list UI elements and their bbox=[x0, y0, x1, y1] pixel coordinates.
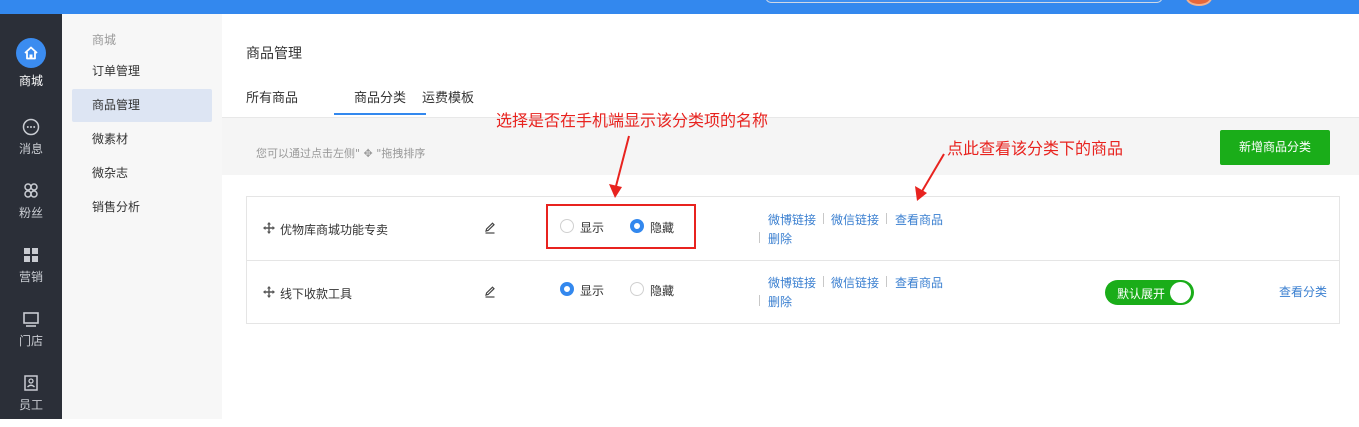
rail-item-label: 门店 bbox=[18, 334, 43, 348]
expand-by-default-toggle[interactable]: 默认展开 bbox=[1105, 280, 1194, 305]
top-bar bbox=[0, 0, 1359, 14]
rail-item-stores[interactable]: 门店 bbox=[0, 299, 62, 363]
annotation-text: 选择是否在手机端显示该分类项的名称 bbox=[496, 111, 769, 130]
category-name: 优物库商城功能专卖 bbox=[280, 223, 389, 237]
rail-item-label: 消息 bbox=[18, 142, 43, 156]
drag-sort-hint: 您可以通过点击左侧" ✥ "拖拽排序 bbox=[256, 147, 426, 160]
annotation-text: 点此查看该分类下的商品 bbox=[947, 139, 1124, 158]
wechat-link[interactable]: 微信链接 bbox=[831, 274, 879, 291]
logo bbox=[18, 0, 148, 2]
radio-hide[interactable] bbox=[630, 282, 644, 296]
weibo-link[interactable]: 微博链接 bbox=[768, 211, 816, 228]
weibo-link[interactable]: 微博链接 bbox=[768, 274, 816, 291]
tab-all-products[interactable]: 所有商品 bbox=[246, 87, 298, 106]
rail-item-marketing[interactable]: 营销 bbox=[0, 235, 62, 299]
subnav-item-products[interactable]: 商品管理 bbox=[72, 89, 212, 122]
tab-product-categories[interactable]: 商品分类 bbox=[334, 87, 426, 106]
rail-item-fans[interactable]: 粉丝 bbox=[0, 171, 62, 235]
main-content: 商品管理 所有商品 商品分类 运费模板 您可以通过点击左侧" ✥ "拖拽排序 新… bbox=[222, 14, 1359, 419]
divider bbox=[823, 213, 824, 224]
toggle-knob bbox=[1170, 282, 1191, 303]
delete-link[interactable]: 删除 bbox=[768, 230, 792, 247]
drag-handle-icon[interactable] bbox=[263, 286, 275, 298]
active-tab-indicator bbox=[334, 113, 426, 115]
subnav-item-materials[interactable]: 微素材 bbox=[72, 123, 212, 156]
view-products-link[interactable]: 查看商品 bbox=[895, 274, 943, 291]
main-nav-rail: 商城 消息 粉丝 营销 门店 员工 bbox=[0, 14, 62, 419]
drag-handle-icon[interactable] bbox=[263, 222, 275, 234]
edit-icon[interactable] bbox=[484, 286, 496, 298]
annotation-highlight-box bbox=[546, 204, 696, 249]
page-title: 商品管理 bbox=[246, 46, 302, 62]
view-products-link[interactable]: 查看商品 bbox=[895, 211, 943, 228]
rail-item-messages[interactable]: 消息 bbox=[0, 107, 62, 171]
rail-item-staff[interactable]: 员工 bbox=[0, 363, 62, 427]
monitor-icon bbox=[21, 309, 41, 329]
radio-show-label: 显示 bbox=[580, 284, 605, 298]
radio-hide-label: 隐藏 bbox=[650, 284, 675, 298]
staff-icon bbox=[21, 373, 41, 393]
rail-item-label: 员工 bbox=[18, 398, 43, 412]
edit-icon[interactable] bbox=[484, 222, 496, 234]
divider bbox=[823, 276, 824, 287]
grid-icon bbox=[21, 245, 41, 265]
category-table: 优物库商城功能专卖 显示 隐藏 微博链接 微信链接 查看商品 删除 线下收款工具 bbox=[246, 196, 1340, 324]
add-category-button[interactable]: 新增商品分类 bbox=[1220, 130, 1330, 165]
view-category-link[interactable]: 查看分类 bbox=[1279, 283, 1327, 300]
nav-group-title: 商城 bbox=[92, 33, 117, 47]
category-name: 线下收款工具 bbox=[280, 287, 353, 301]
annotation-arrow-icon bbox=[915, 153, 945, 201]
subnav-item-sales-analysis[interactable]: 销售分析 bbox=[72, 191, 212, 224]
toolbar: 您可以通过点击左侧" ✥ "拖拽排序 新增商品分类 bbox=[222, 117, 1359, 175]
fans-icon bbox=[21, 181, 41, 201]
rail-item-label: 营销 bbox=[18, 270, 43, 284]
divider bbox=[759, 295, 760, 306]
divider bbox=[759, 232, 760, 243]
radio-show[interactable] bbox=[560, 282, 574, 296]
delete-link[interactable]: 删除 bbox=[768, 293, 792, 310]
secondary-nav: 商城 订单管理 商品管理 微素材 微杂志 销售分析 bbox=[62, 14, 222, 419]
table-row: 优物库商城功能专卖 显示 隐藏 微博链接 微信链接 查看商品 删除 bbox=[247, 197, 1339, 260]
divider bbox=[886, 276, 887, 287]
home-icon bbox=[16, 38, 46, 68]
rail-item-label: 商城 bbox=[18, 74, 43, 88]
subnav-item-orders[interactable]: 订单管理 bbox=[72, 55, 212, 88]
wechat-link[interactable]: 微信链接 bbox=[831, 211, 879, 228]
tab-shipping-templates[interactable]: 运费模板 bbox=[422, 87, 474, 106]
toggle-label: 默认展开 bbox=[1117, 287, 1166, 301]
table-row: 线下收款工具 显示 隐藏 微博链接 微信链接 查看商品 删除 默认展开 查看分类 bbox=[247, 260, 1339, 323]
subnav-item-magazine[interactable]: 微杂志 bbox=[72, 157, 212, 190]
rail-item-label: 粉丝 bbox=[18, 206, 43, 220]
divider bbox=[886, 213, 887, 224]
search-input[interactable] bbox=[765, 0, 1163, 3]
chat-icon bbox=[21, 117, 41, 137]
avatar[interactable] bbox=[1186, 0, 1212, 6]
rail-item-mall[interactable]: 商城 bbox=[0, 14, 62, 98]
